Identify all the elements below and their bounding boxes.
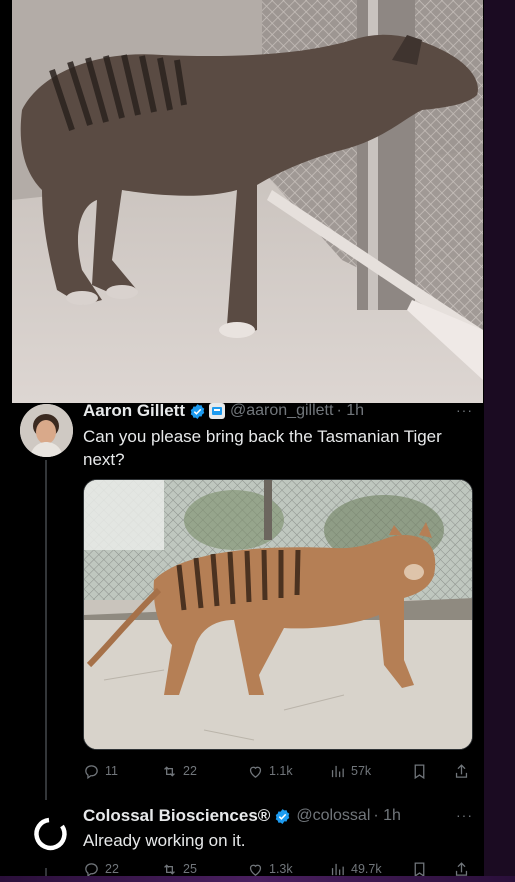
share-icon — [455, 763, 468, 778]
views-button[interactable]: 57k — [329, 763, 411, 780]
bookmark-button[interactable] — [411, 763, 453, 780]
repost-count: 22 — [183, 764, 197, 778]
views-icon — [331, 863, 344, 875]
reply-icon — [85, 764, 98, 779]
repost-icon — [164, 765, 175, 777]
affiliation-badge-icon — [209, 403, 226, 419]
repost-button[interactable]: 25 — [161, 861, 247, 878]
bookmark-icon — [414, 763, 425, 779]
tweet1-header: Aaron Gillett @aaron_gillett · 1h — [83, 400, 364, 422]
tweet-time[interactable]: · 1h — [336, 402, 364, 420]
repost-icon — [164, 863, 175, 875]
views-count: 57k — [351, 764, 372, 778]
like-count: 1.1k — [269, 764, 293, 778]
share-button[interactable] — [453, 763, 470, 780]
repost-button[interactable]: 22 — [161, 763, 247, 780]
reply-count: 11 — [105, 764, 118, 778]
views-count: 49.7k — [351, 862, 382, 876]
heart-icon — [249, 864, 262, 876]
tweet1-text: Can you please bring back the Tasmanian … — [83, 427, 442, 469]
author-name[interactable]: Colossal Biosciences® — [83, 806, 270, 826]
tweet2-header: Colossal Biosciences® @colossal · 1h — [83, 805, 401, 827]
window-bottom-edge — [0, 876, 515, 882]
thread-connector-line — [45, 460, 47, 800]
verified-badge-icon — [276, 808, 290, 824]
tweet1-actions: 11 22 1.1k 57k — [83, 760, 475, 782]
verified-badge-icon — [190, 403, 205, 419]
avatar-colossal-logo[interactable] — [29, 814, 69, 854]
more-options-icon[interactable]: ··· — [456, 807, 473, 823]
views-button[interactable]: 49.7k — [329, 861, 411, 878]
avatar-aaron-gillett[interactable] — [20, 404, 73, 457]
author-handle[interactable]: @aaron_gillett — [230, 402, 333, 420]
share-button[interactable] — [453, 861, 470, 878]
reply-count: 22 — [105, 862, 119, 876]
tweet1-media-image[interactable] — [83, 479, 473, 750]
author-name[interactable]: Aaron Gillett — [83, 401, 185, 421]
reply-icon — [85, 862, 98, 877]
tweet2-text: Already working on it. — [83, 831, 246, 850]
bookmark-button[interactable] — [411, 861, 453, 878]
like-count: 1.3k — [269, 862, 293, 876]
reply-button[interactable]: 22 — [83, 861, 161, 878]
like-button[interactable]: 1.1k — [247, 763, 329, 780]
share-icon — [455, 861, 468, 876]
author-handle[interactable]: @colossal — [296, 807, 370, 825]
views-icon — [331, 765, 344, 777]
top-photo[interactable] — [12, 0, 483, 403]
like-button[interactable]: 1.3k — [247, 861, 329, 878]
reply-button[interactable]: 11 — [83, 763, 161, 780]
window-edge — [484, 0, 515, 882]
repost-count: 25 — [183, 862, 197, 876]
tweet-time[interactable]: · 1h — [373, 807, 401, 825]
more-options-icon[interactable]: ··· — [456, 402, 473, 418]
heart-icon — [249, 766, 262, 778]
bookmark-icon — [414, 861, 425, 877]
